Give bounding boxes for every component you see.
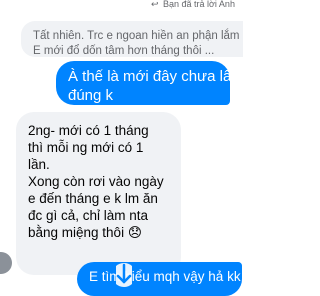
incoming-message-bubble[interactable]: 2ng- mới có 1 tháng thì mỗi ng mới có 1 … (16, 112, 181, 275)
quoted-message[interactable]: Tất nhiên. Trc e ngoan hiền an phận lắm … (21, 21, 243, 57)
arrow-down-icon (116, 263, 132, 287)
outgoing-message-bubble-2[interactable]: E tìm hiểu mqh vậy hả kk (77, 262, 242, 296)
message-line: 2ng- mới có 1 tháng (28, 123, 149, 138)
message-line: Xong còn rơi vào ngày (28, 174, 164, 189)
reply-header-text: Bạn đã trả lời Anh (163, 0, 235, 9)
quoted-message-line: E mới đổ dốn tâm hơn tháng thôi ... (33, 45, 215, 57)
message-line: lần. (28, 157, 50, 172)
reply-icon: ↩ (151, 0, 159, 9)
outgoing-message-bubble[interactable]: À thế là mới đây chưa lâu đúng k (56, 61, 240, 105)
message-line: thì mỗi ng mới có 1 (28, 140, 144, 155)
quoted-message-line: Tất nhiên. Trc e ngoan hiền an phận lắm (33, 30, 240, 42)
message-line: À thế là mới đây chưa lâu (68, 68, 240, 85)
message-line: e đến tháng e k lm ăn (28, 191, 158, 206)
reply-header: ↩ Bạn đã trả lời Anh (0, 0, 244, 12)
message-line: bằng miệng thôi 😞 (28, 225, 142, 240)
scroll-to-bottom-button[interactable] (109, 262, 139, 288)
message-line: đc gì cả, chỉ làm nta (28, 208, 149, 223)
message-line: đúng k (68, 87, 114, 104)
sender-avatar[interactable] (0, 252, 12, 274)
